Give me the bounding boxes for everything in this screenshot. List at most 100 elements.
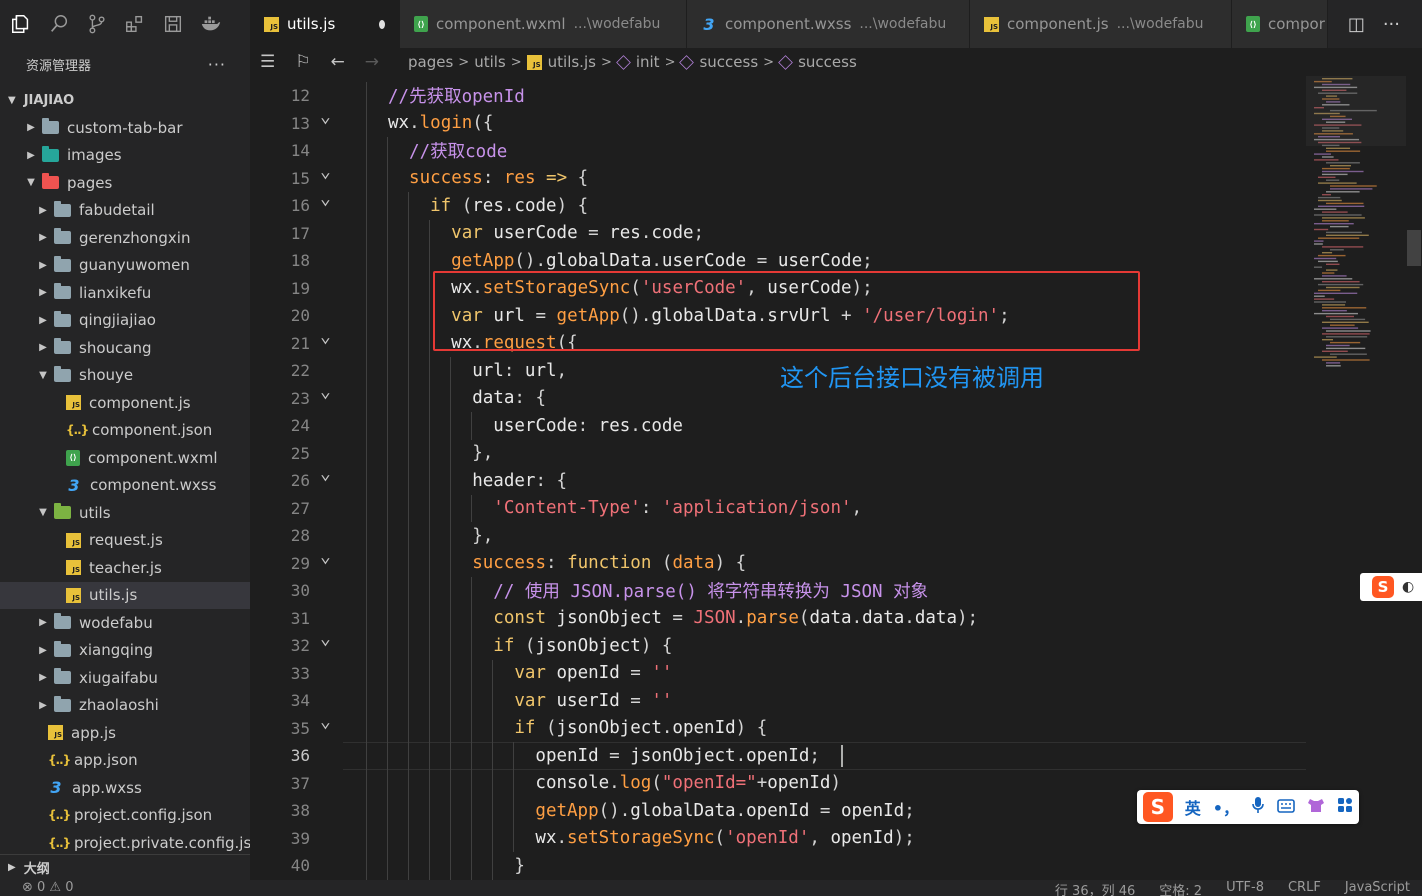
docker-icon[interactable] [198,11,224,37]
code-line[interactable]: 23 ⌄ data: { [250,381,1306,412]
breadcrumb-item[interactable]: success [778,53,857,71]
code-editor[interactable]: 12//先获取openId 13 ⌄ wx.login({14//获取code 15 ⌄ s… [250,76,1422,880]
tree-item-images[interactable]: ▶ images [0,142,250,169]
split-editor-icon[interactable]: ◫ [1348,14,1365,35]
ime-toolbar[interactable]: S 英 •， [1137,790,1359,824]
save-icon[interactable] [160,11,186,37]
fold-chevron-icon[interactable]: ⌄ [320,106,331,127]
skin-icon[interactable] [1307,797,1325,817]
ime-mini-toolbar[interactable]: S ◐ [1360,573,1422,601]
tree-item-xiangqing[interactable]: ▶ xiangqing [0,637,250,664]
code-line[interactable]: 14 //获取code [250,137,1306,165]
fold-chevron-icon[interactable]: ⌄ [320,326,331,347]
code-line[interactable]: 36 openId = jsonObject.openId; [250,742,1306,770]
line-ending[interactable]: CRLF [1288,880,1321,896]
fold-chevron-icon[interactable]: ⌄ [320,463,331,484]
indentation[interactable]: 空格: 2 [1159,880,1202,896]
code-line[interactable]: 13 ⌄ wx.login({ [250,106,1306,137]
tree-item-lianxikefu[interactable]: ▶ lianxikefu [0,279,250,306]
fold-chevron-icon[interactable]: ⌄ [320,381,331,402]
back-icon[interactable]: ← [331,52,345,72]
more-actions-icon[interactable]: ··· [1383,14,1400,35]
bookmark-icon[interactable]: ⚐ [295,52,310,72]
code-line[interactable]: 15 ⌄ success: res => { [250,161,1306,192]
tree-item-app-wxss[interactable]: 3 app.wxss [0,774,250,801]
vertical-scrollbar[interactable] [1406,76,1422,880]
microphone-icon[interactable] [1251,796,1265,818]
tab-component-wxml[interactable]: ⟨⟩ component.wxml ...\wodefabu [400,0,687,48]
code-line[interactable]: 27 'Content-Type': 'application/json', [250,494,1306,522]
tree-item-utils-js[interactable]: JS utils.js [0,581,250,609]
tree-item-project-config-json[interactable]: {..} project.config.json [0,802,250,829]
breadcrumb-item[interactable]: JS utils.js [526,53,596,71]
code-line[interactable]: 39 wx.setStorageSync('openId', openId); [250,824,1306,852]
code-line[interactable]: 25}, [250,439,1306,467]
tree-item-guanyuwomen[interactable]: ▶ guanyuwomen [0,252,250,279]
language-mode[interactable]: JavaScript [1345,880,1410,896]
tab-component-truncated[interactable]: ⟨⟩ compor [1232,0,1328,48]
modified-dot-icon[interactable] [379,19,385,29]
outline-section[interactable]: ▶ 大纲 [0,854,250,880]
code-line[interactable]: 26 ⌄ header: { [250,463,1306,495]
ime-language-toggle[interactable]: 英 [1185,795,1201,819]
fold-chevron-icon[interactable]: ⌄ [320,628,331,649]
fold-chevron-icon[interactable]: ⌄ [320,546,331,567]
tree-item-pages[interactable]: ▼ pages [0,169,250,196]
tree-item-custom-tab-bar[interactable]: ▶ custom-tab-bar [0,114,250,141]
code-line[interactable]: 32 ⌄ if (jsonObject) { [250,628,1306,660]
breadcrumb-item[interactable]: pages [408,53,453,71]
tree-item-component-js[interactable]: JS component.js [0,389,250,416]
code-line[interactable]: 12 //先获取openId [250,82,1306,110]
workspace-root[interactable]: ▼ JIAJIAO [0,88,250,112]
list-icon[interactable]: ☰ [260,52,275,72]
code-line[interactable]: 16 ⌄ if (res.code) { [250,188,1306,220]
explorer-icon[interactable] [8,11,34,37]
problems-indicator[interactable]: ⊗ 0 ⚠ 0 [0,880,74,895]
fold-chevron-icon[interactable]: ⌄ [320,188,331,209]
tree-item-zhaolaoshi[interactable]: ▶ zhaolaoshi [0,692,250,719]
tree-item-teacher-js[interactable]: JS teacher.js [0,554,250,581]
tree-item-component-wxml[interactable]: ⟨⟩ component.wxml [0,444,250,471]
cursor-position[interactable]: 行 36，列 46 [1055,880,1135,896]
code-line[interactable]: 28}, [250,522,1306,550]
code-line[interactable]: 31 const jsonObject = JSON.parse(data.dat… [250,604,1306,632]
ime-punctuation-toggle[interactable]: •， [1213,795,1239,819]
tab-component-wxss[interactable]: 3 component.wxss ...\wodefabu [687,0,970,48]
breadcrumb-item[interactable]: utils [474,53,506,71]
code-line[interactable]: 33 var openId = '' [250,659,1306,687]
tree-item-component-wxss[interactable]: 3 component.wxss [0,472,250,499]
tree-item-shouye[interactable]: ▼ shouye [0,362,250,389]
code-line[interactable]: 35 ⌄ if (jsonObject.openId) { [250,711,1306,742]
code-line[interactable]: 40} [250,852,1306,880]
keyboard-icon[interactable] [1277,798,1295,817]
search-icon[interactable] [46,11,72,37]
breadcrumb-item[interactable]: success [679,53,758,71]
tree-item-project-private-config-js-[interactable]: {..} project.private.config.js... [0,829,250,856]
toolbox-icon[interactable] [1337,797,1353,817]
source-control-icon[interactable] [84,11,110,37]
code-line[interactable]: 22 url: url, [250,357,1306,385]
tree-item-fabudetail[interactable]: ▶ fabudetail [0,197,250,224]
code-line[interactable]: 34 var userId = '' [250,687,1306,715]
tree-item-wodefabu[interactable]: ▶ wodefabu [0,609,250,636]
tree-item-request-js[interactable]: JS request.js [0,527,250,554]
code-line[interactable]: 29 ⌄ success: function (data) { [250,546,1306,577]
tree-item-xiugaifabu[interactable]: ▶ xiugaifabu [0,664,250,691]
tree-item-gerenzhongxin[interactable]: ▶ gerenzhongxin [0,224,250,251]
scrollbar-thumb[interactable] [1407,230,1421,266]
fold-chevron-icon[interactable]: ⌄ [320,711,331,732]
encoding[interactable]: UTF-8 [1226,880,1264,896]
tree-item-qingjiajiao[interactable]: ▶ qingjiajiao [0,307,250,334]
forward-icon[interactable]: → [365,52,379,72]
tree-item-app-json[interactable]: {..} app.json [0,747,250,774]
tab-utils-js[interactable]: JS utils.js [250,0,400,48]
fold-chevron-icon[interactable]: ⌄ [320,161,331,182]
code-line[interactable]: 24 userCode: res.code [250,412,1306,440]
minimap-slider[interactable] [1306,76,1406,146]
explorer-more-icon[interactable]: ··· [208,55,226,74]
tab-component-js[interactable]: JS component.js ...\wodefabu [970,0,1232,48]
breadcrumb-item[interactable]: init [615,53,660,71]
tree-item-component-json[interactable]: {..} component.json [0,417,250,444]
tree-item-shoucang[interactable]: ▶ shoucang [0,334,250,361]
extensions-icon[interactable] [122,11,148,37]
